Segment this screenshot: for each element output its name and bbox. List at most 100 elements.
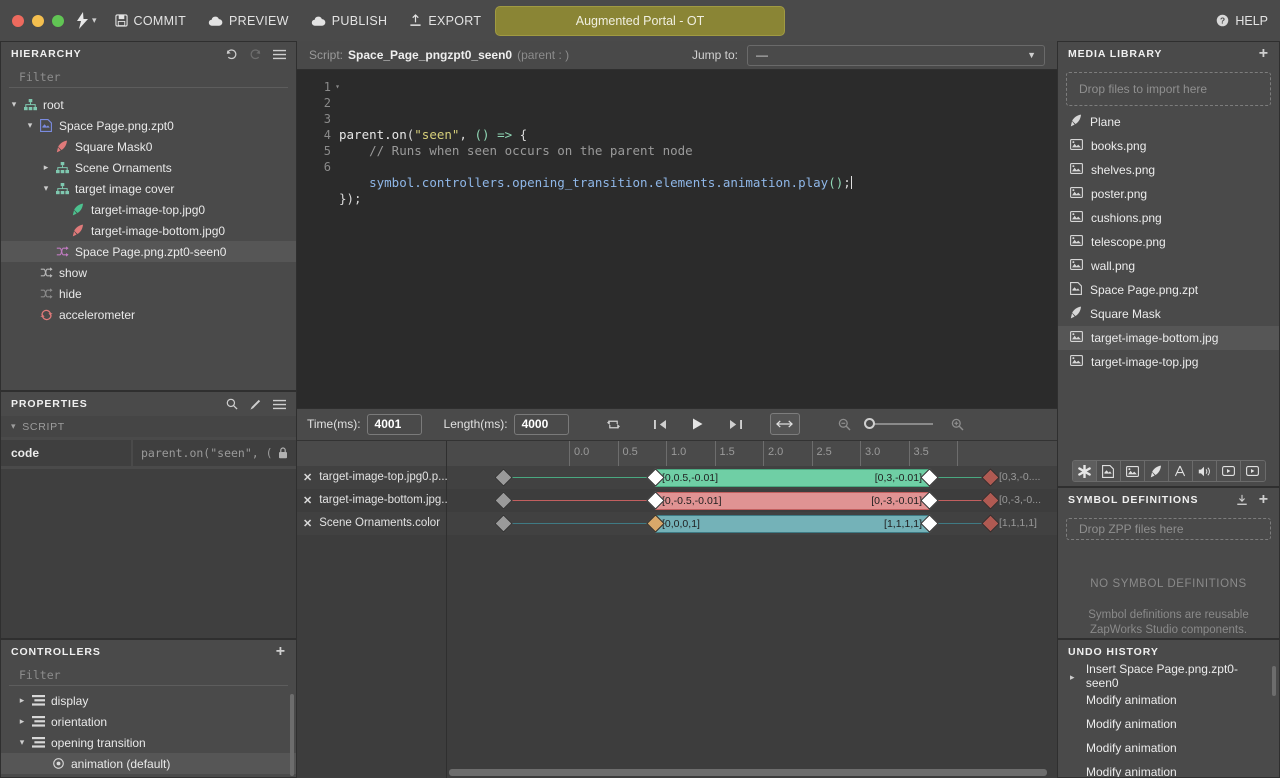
undo-icon[interactable] xyxy=(225,48,238,61)
media-tool-text-icon[interactable] xyxy=(1168,461,1193,481)
media-tool-plane-icon[interactable] xyxy=(1144,461,1169,481)
search-icon[interactable] xyxy=(226,398,238,410)
controller-item-1[interactable]: ▸ orientation xyxy=(1,711,296,732)
edit-pencil-icon[interactable] xyxy=(249,398,262,411)
media-tool-image-icon[interactable] xyxy=(1120,461,1145,481)
hierarchy-node-twisty[interactable]: ▾ xyxy=(7,99,21,110)
add-controller-button[interactable]: + xyxy=(276,644,286,660)
hierarchy-node-3[interactable]: ▸ Scene Ornaments xyxy=(1,157,296,178)
undo-history-scrollbar[interactable] xyxy=(1272,666,1276,696)
media-item-10[interactable]: target-image-top.jpg xyxy=(1058,350,1279,374)
media-item-4[interactable]: cushions.png xyxy=(1058,206,1279,230)
redo-icon[interactable] xyxy=(249,48,262,61)
loop-button[interactable] xyxy=(599,413,629,435)
play-button[interactable] xyxy=(683,413,713,435)
chevron-right-icon[interactable]: ▸ xyxy=(20,716,25,727)
controllers-filter-input[interactable]: Filter xyxy=(9,664,288,686)
media-dropzone[interactable]: Drop files to import here xyxy=(1066,72,1271,106)
timeline-track-name-row-1[interactable]: ✕ target-image-bottom.jpg... xyxy=(297,489,451,512)
media-item-8[interactable]: Square Mask xyxy=(1058,302,1279,326)
zoom-slider-handle[interactable] xyxy=(863,418,875,429)
add-media-button[interactable]: + xyxy=(1259,46,1269,62)
timeline-track-1[interactable]: [0,-0.5,-0.01] [0,-3,-0.01] [0,-3,-0... xyxy=(447,489,1057,512)
controller-item-3[interactable]: animation (default) xyxy=(1,753,296,774)
skip-end-button[interactable] xyxy=(721,413,751,435)
export-button[interactable]: EXPORT xyxy=(409,14,481,28)
hierarchy-node-0[interactable]: ▾ root xyxy=(1,94,296,115)
timeline-tracks-area[interactable]: 0.0 0.5 1.0 1.5 2.0 2.5 3.0 3.5 [0,0.5,-… xyxy=(447,440,1057,778)
hierarchy-filter-input[interactable]: Filter xyxy=(9,66,288,88)
hierarchy-node-1[interactable]: ▾ Space Page.png.zpt0 xyxy=(1,115,296,136)
project-title-button[interactable]: Augmented Portal - OT xyxy=(495,5,785,36)
preview-button[interactable]: PREVIEW xyxy=(208,14,289,28)
chevron-right-icon[interactable]: ▸ xyxy=(1070,672,1075,682)
length-input[interactable]: 4000 xyxy=(513,413,569,435)
chevron-right-icon[interactable]: ▸ xyxy=(20,695,25,706)
undo-item-1[interactable]: Modify animation xyxy=(1058,688,1279,712)
undo-item-0[interactable]: ▸ Insert Space Page.png.zpt0-seen0 xyxy=(1058,664,1279,690)
controller-twisty[interactable]: ▸ xyxy=(15,716,29,727)
hierarchy-node-5[interactable]: target-image-top.jpg0 xyxy=(1,199,296,220)
remove-track-icon[interactable]: ✕ xyxy=(303,517,312,530)
controller-twisty[interactable]: ▾ xyxy=(15,737,29,748)
property-value-field[interactable]: parent.on("seen", ( xyxy=(133,440,296,466)
media-item-2[interactable]: shelves.png xyxy=(1058,158,1279,182)
symbol-dropzone[interactable]: Drop ZPP files here xyxy=(1066,518,1271,540)
code-line[interactable] xyxy=(339,207,1057,223)
timeline-track-0[interactable]: [0,0.5,-0.01] [0,3,-0.01] [0,3,-0.... xyxy=(447,465,1057,489)
media-item-0[interactable]: Plane xyxy=(1058,110,1279,134)
remove-track-icon[interactable]: ✕ xyxy=(303,494,312,507)
media-item-1[interactable]: books.png xyxy=(1058,134,1279,158)
controller-twisty[interactable]: ▸ xyxy=(15,695,29,706)
keyframe-band-0[interactable]: [0,0.5,-0.01] [0,3,-0.01] xyxy=(655,468,929,487)
media-item-9[interactable]: target-image-bottom.jpg xyxy=(1058,326,1279,350)
media-tool-video-icon[interactable] xyxy=(1216,461,1241,481)
timeline-zoom-slider[interactable] xyxy=(863,418,933,429)
keyframe-0-3[interactable] xyxy=(981,467,1000,487)
keyframe-band-1[interactable]: [0,-0.5,-0.01] [0,-3,-0.01] xyxy=(655,491,929,510)
help-button[interactable]: ? HELP xyxy=(1216,14,1268,28)
zapworks-logo-menu[interactable]: ▾ xyxy=(76,12,97,29)
hierarchy-node-2[interactable]: Square Mask0 xyxy=(1,136,296,157)
media-tool-audio-icon[interactable] xyxy=(1192,461,1217,481)
chevron-down-icon[interactable]: ▾ xyxy=(12,99,17,110)
controller-item-2[interactable]: ▾ opening transition xyxy=(1,732,296,753)
controller-item-0[interactable]: ▸ display xyxy=(1,690,296,711)
media-item-7[interactable]: Space Page.png.zpt xyxy=(1058,278,1279,302)
minimize-window-button[interactable] xyxy=(32,14,44,27)
hierarchy-node-twisty[interactable]: ▸ xyxy=(39,162,53,173)
hierarchy-node-twisty[interactable]: ▾ xyxy=(39,183,53,194)
keyframe-0-0[interactable] xyxy=(494,467,513,487)
zoom-out-icon[interactable] xyxy=(838,418,851,431)
time-input[interactable]: 4001 xyxy=(366,413,422,435)
timeline-track-name-row-0[interactable]: ✕ target-image-top.jpg0.p... xyxy=(297,465,448,489)
add-symbol-button[interactable]: + xyxy=(1259,492,1269,508)
media-item-6[interactable]: wall.png xyxy=(1058,254,1279,278)
hierarchy-node-10[interactable]: accelerometer xyxy=(1,304,296,325)
chevron-down-icon[interactable]: ▾ xyxy=(20,737,25,748)
hamburger-menu-icon[interactable] xyxy=(273,399,286,410)
keyframe-2-0[interactable] xyxy=(494,513,513,533)
code-line[interactable] xyxy=(339,159,1057,175)
commit-button[interactable]: COMMIT xyxy=(114,14,186,28)
hierarchy-node-8[interactable]: show xyxy=(1,262,296,283)
timeline-track-2[interactable]: [0,0,0,1] [1,1,1,1] [1,1,1,1] xyxy=(447,511,1057,535)
properties-script-section[interactable]: ▾ SCRIPT xyxy=(1,416,296,437)
chevron-right-icon[interactable]: ▸ xyxy=(44,162,49,173)
hamburger-menu-icon[interactable] xyxy=(273,49,286,60)
undo-item-2[interactable]: Modify animation xyxy=(1058,712,1279,736)
code-editor[interactable]: 1 ▾ 2 3 4 5 6 parent.on("seen", () => { // Run… xyxy=(297,70,1057,408)
timeline-ruler[interactable]: 0.0 0.5 1.0 1.5 2.0 2.5 3.0 3.5 xyxy=(447,440,1057,466)
timeline-horizontal-scrollbar[interactable] xyxy=(449,769,1047,776)
keyframe-1-3[interactable] xyxy=(981,490,1000,510)
fit-to-window-button[interactable] xyxy=(769,413,800,435)
hierarchy-node-6[interactable]: target-image-bottom.jpg0 xyxy=(1,220,296,241)
jump-to-select[interactable]: — ▼ xyxy=(747,44,1045,66)
remove-track-icon[interactable]: ✕ xyxy=(303,471,312,484)
undo-item-3[interactable]: Modify animation xyxy=(1058,736,1279,760)
hierarchy-node-9[interactable]: hide xyxy=(1,283,296,304)
keyframe-band-2[interactable]: [0,0,0,1] [1,1,1,1] xyxy=(655,514,929,533)
hierarchy-node-4[interactable]: ▾ target image cover xyxy=(1,178,296,199)
maximize-window-button[interactable] xyxy=(52,14,64,27)
chevron-down-icon[interactable]: ▾ xyxy=(28,120,33,131)
